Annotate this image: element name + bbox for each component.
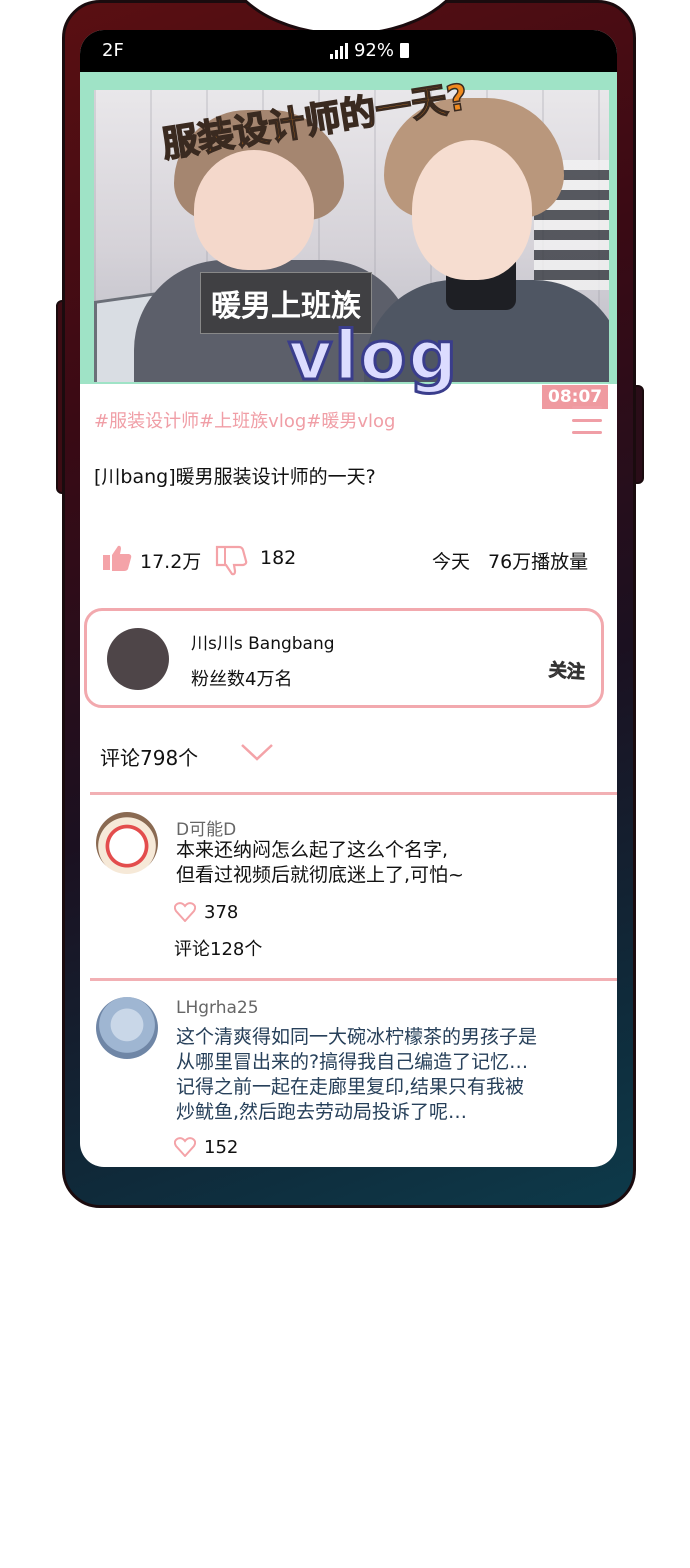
comment-like-count: 152: [204, 1137, 239, 1158]
follow-button[interactable]: 关注: [548, 656, 586, 684]
battery-percent: 92%: [353, 40, 394, 61]
comment-text-line: 这个清爽得如同一大碗冰柠檬茶的男孩子是: [176, 1026, 538, 1048]
video-thumbnail[interactable]: 服装设计师的一天? 暖男上班族 vlog 08:07: [80, 72, 617, 409]
comment-username[interactable]: LHgrha25: [176, 998, 259, 1018]
status-carrier: 2F: [102, 40, 124, 61]
thumbnail-vlog-text: vlog: [286, 316, 460, 398]
channel-name[interactable]: 川s川s Bangbang: [191, 629, 335, 654]
comments-header[interactable]: 评论798个: [100, 742, 198, 771]
video-title: [川bang]暖男服装设计师的一天?: [94, 466, 376, 488]
view-count: 76万播放量: [488, 551, 589, 573]
signal-icon: [329, 42, 348, 59]
comment-reply-count[interactable]: 评论128个: [174, 935, 262, 961]
status-bar: 2F 92%: [80, 30, 617, 72]
comment-text-line: 记得之前一起在走廊里复印,结果只有我被: [176, 1076, 525, 1098]
video-stats: 17.2万 182 今天 76万播放量: [100, 542, 600, 578]
comment-text-line: 本来还纳闷怎么起了这么个名字,: [176, 839, 449, 861]
phone-screen: 2F 92% 服装设计师的一天? 暖男上班族 vlog 08:07 #服装设计师…: [80, 30, 617, 1167]
character-left-face: [194, 150, 314, 270]
comment-username[interactable]: D可能D: [176, 815, 236, 840]
comment-divider: [90, 978, 617, 981]
dislike-count: 182: [260, 547, 297, 569]
comment-text-line: 从哪里冒出来的?搞得我自己编造了记忆…: [176, 1051, 529, 1073]
video-hashtags[interactable]: #服装设计师#上班族vlog#暖男vlog: [94, 407, 395, 433]
channel-subscribers: 粉丝数4万名: [191, 669, 293, 690]
heart-icon[interactable]: [174, 902, 196, 922]
character-right-face: [412, 140, 532, 280]
comment-divider: [90, 792, 617, 795]
channel-card[interactable]: 川s川s Bangbang 粉丝数4万名 关注: [84, 608, 604, 708]
thumb-down-icon[interactable]: [215, 544, 249, 576]
comment-text-line: 但看过视频后就彻底迷上了,可怕~: [176, 864, 464, 886]
upload-date: 今天: [432, 551, 471, 573]
heart-icon[interactable]: [174, 1137, 196, 1157]
comment-like-count: 378: [204, 902, 239, 923]
battery-icon: [400, 43, 409, 58]
thumb-up-icon[interactable]: [102, 544, 132, 572]
like-count: 17.2万: [140, 551, 202, 573]
comment-avatar[interactable]: [96, 997, 158, 1059]
comment-avatar[interactable]: [96, 812, 158, 874]
comic-panel: 2F 92% 服装设计师的一天? 暖男上班族 vlog 08:07 #服装设计师…: [0, 0, 690, 1568]
chevron-down-icon[interactable]: [240, 742, 274, 762]
menu-icon[interactable]: [572, 406, 602, 434]
comment-text: 这个清爽得如同一大碗冰柠檬茶的男孩子是 从哪里冒出来的?搞得我自己编造了记忆… …: [176, 1025, 537, 1125]
comment-text-line: 炒鱿鱼,然后跑去劳动局投诉了呢…: [176, 1101, 468, 1123]
status-right: 92%: [329, 40, 409, 61]
channel-avatar[interactable]: [107, 628, 169, 690]
comment-text: 本来还纳闷怎么起了这么个名字, 但看过视频后就彻底迷上了,可怕~: [176, 838, 464, 888]
